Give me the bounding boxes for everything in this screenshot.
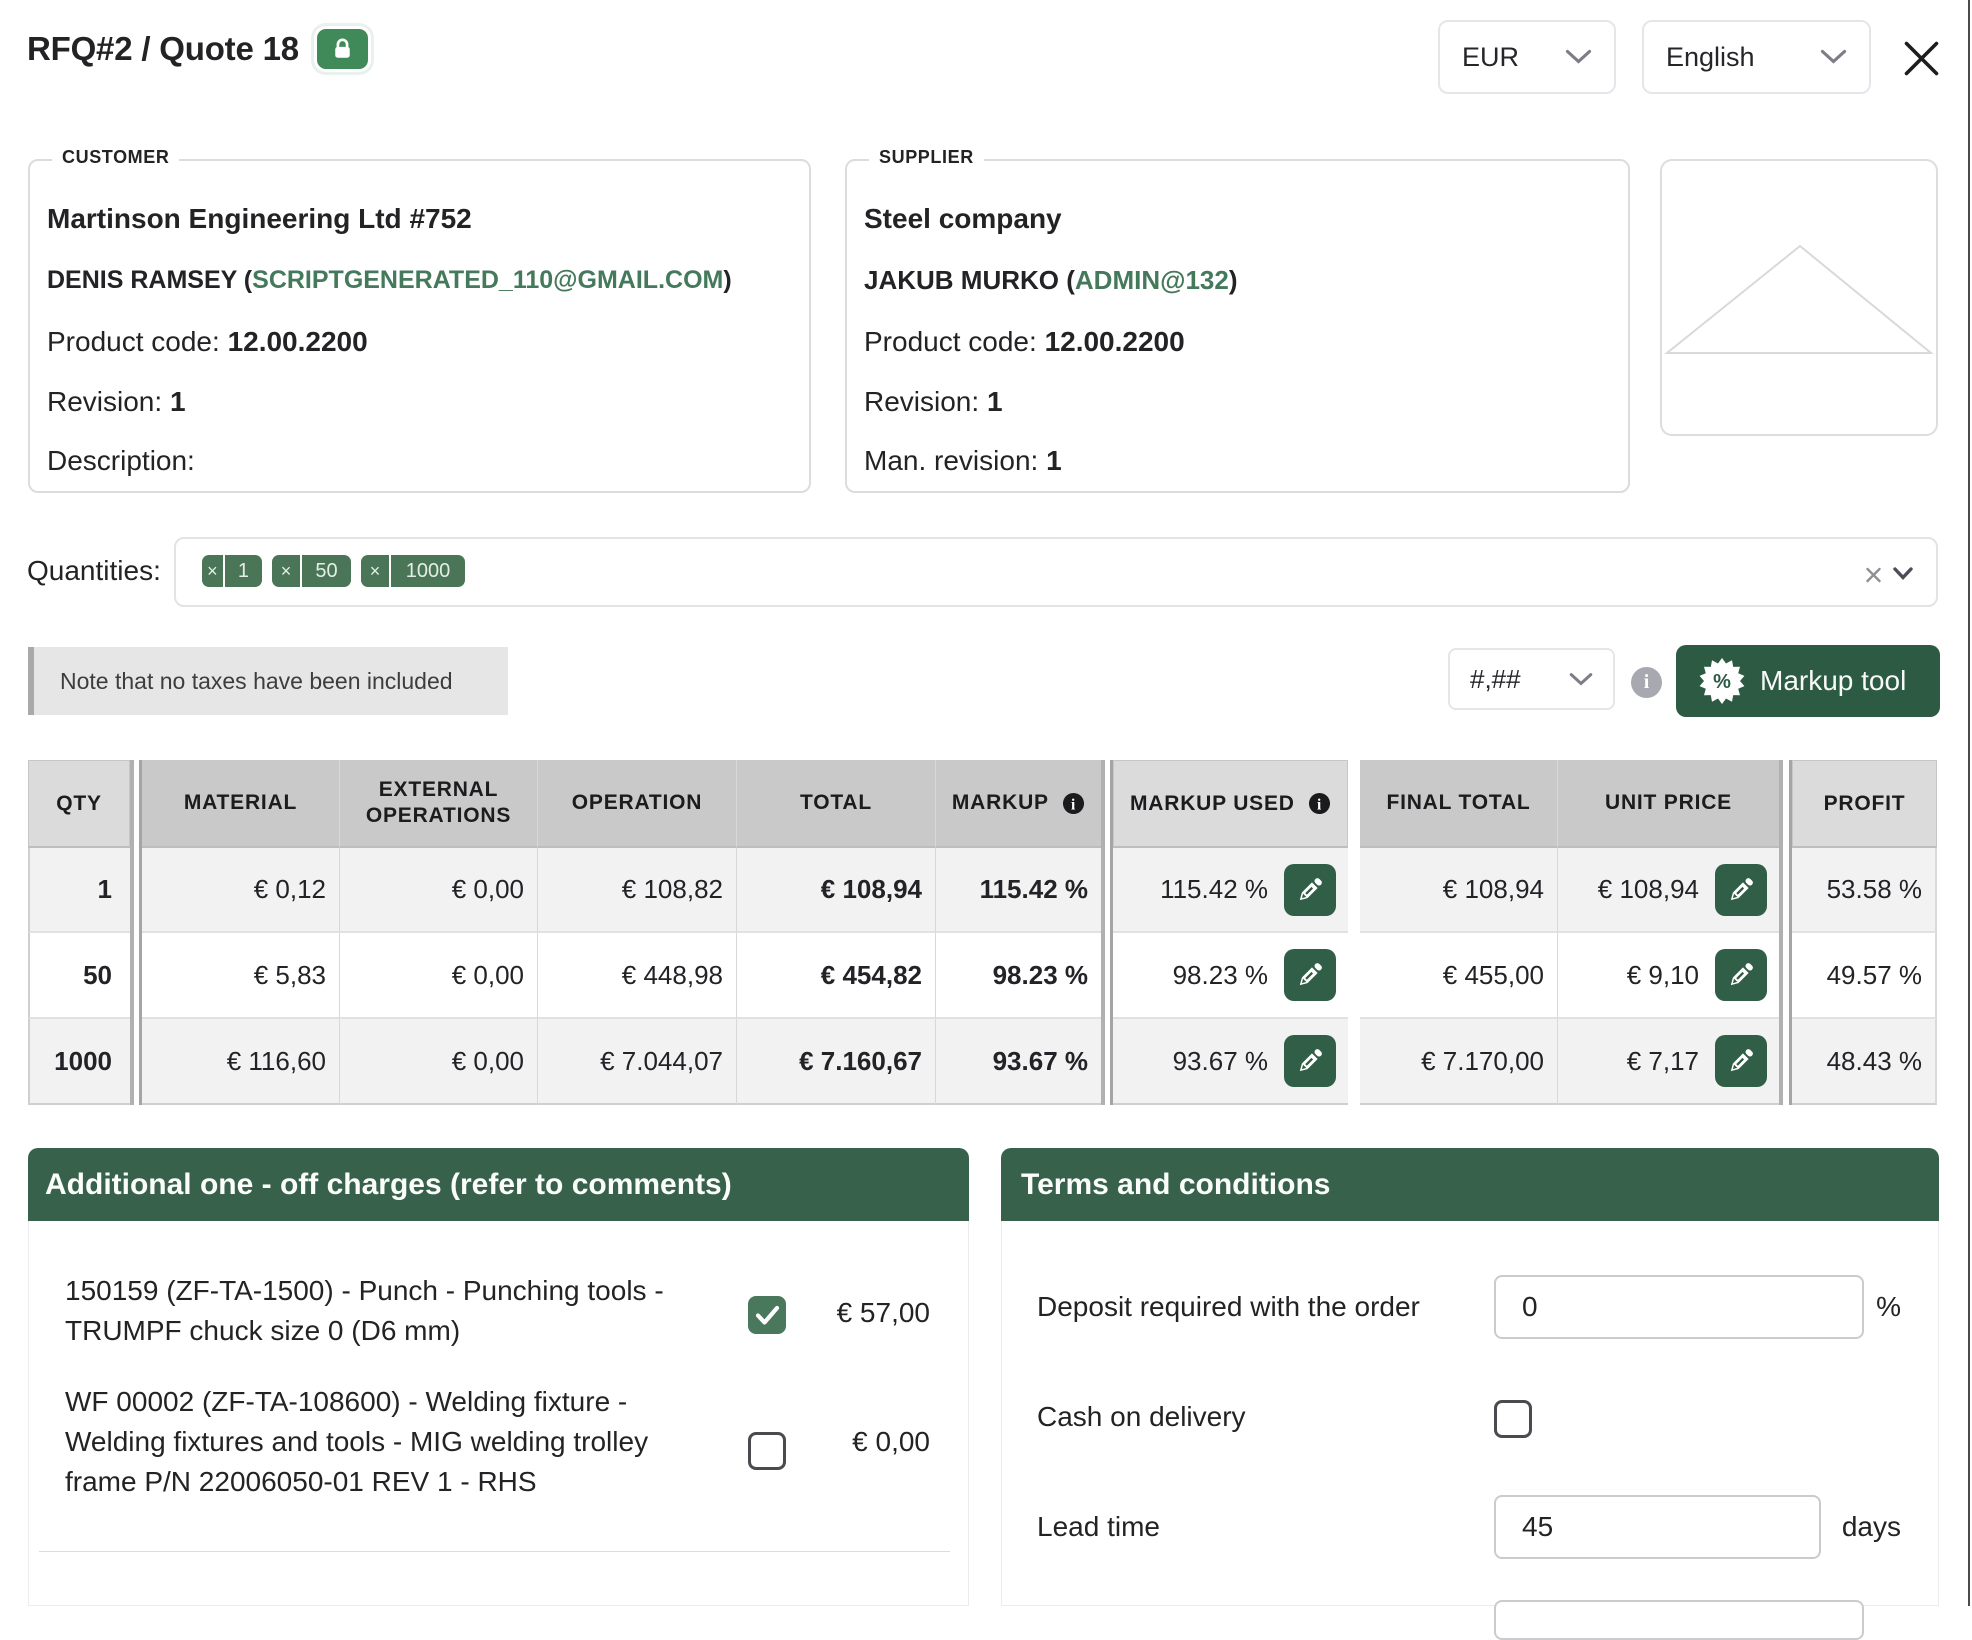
svg-text:i: i — [1317, 796, 1322, 813]
svg-text:%: % — [1713, 671, 1731, 693]
svg-text:i: i — [1071, 796, 1076, 813]
